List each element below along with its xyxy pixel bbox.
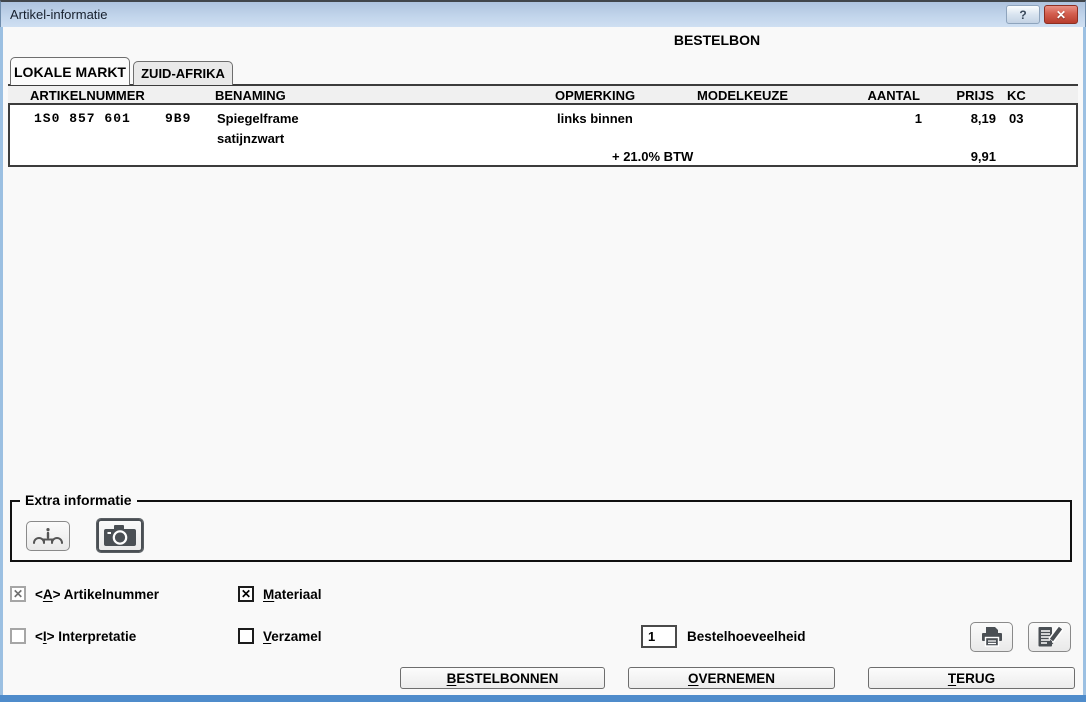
- checkbox-materiaal-box[interactable]: ✕: [238, 586, 254, 602]
- checkbox-artikelnummer-label: <A> Artikelnummer: [35, 587, 159, 602]
- col-modelkeuze: MODELKEUZE: [697, 88, 788, 103]
- dialog-content: BESTELBON LOKALE MARKT ZUID-AFRIKA ARTIK…: [0, 27, 1086, 702]
- cell-benaming-line2: satijnzwart: [217, 131, 284, 146]
- checkbox-interpretatie-label: <I> Interpretatie: [35, 629, 136, 644]
- vehicle-info-button[interactable]: [26, 521, 70, 551]
- bestelhoeveelheid-input[interactable]: [641, 625, 677, 648]
- table-header: ARTIKELNUMMER BENAMING OPMERKING MODELKE…: [8, 84, 1078, 105]
- edit-notes-icon: [1037, 626, 1063, 648]
- cell-aantal: 1: [830, 111, 922, 126]
- checkbox-artikelnummer-box[interactable]: ✕: [10, 586, 26, 602]
- extra-informatie-group: Extra informatie: [10, 500, 1072, 562]
- bestelbonnen-label: BESTELBONNEN: [447, 671, 559, 686]
- table-body: 1S0 857 601 9B9 Spiegelframe satijnzwart…: [8, 105, 1078, 167]
- print-button[interactable]: [970, 622, 1013, 652]
- extra-informatie-legend: Extra informatie: [20, 492, 137, 508]
- close-icon: ✕: [1056, 8, 1066, 22]
- overnemen-label: OVERNEMEN: [688, 671, 775, 686]
- checkbox-verzamel[interactable]: Verzamel: [238, 628, 322, 644]
- cell-benaming-line1: Spiegelframe: [217, 111, 299, 126]
- tab-lokale-markt[interactable]: LOKALE MARKT: [10, 57, 130, 85]
- col-aantal: AANTAL: [828, 88, 920, 103]
- col-benaming: BENAMING: [215, 88, 286, 103]
- tab-zuid-afrika[interactable]: ZUID-AFRIKA: [133, 61, 233, 85]
- titlebar[interactable]: Artikel-informatie ? ✕: [0, 0, 1086, 27]
- btw-value: 9,91: [942, 149, 996, 164]
- cell-opmerking: links binnen: [557, 111, 633, 126]
- window-title: Artikel-informatie: [10, 7, 108, 22]
- checkbox-verzamel-box[interactable]: [238, 628, 254, 644]
- btw-label: + 21.0% BTW: [612, 149, 693, 164]
- printer-icon: [980, 626, 1004, 648]
- checkbox-interpretatie[interactable]: <I> Interpretatie: [10, 628, 136, 644]
- bestelhoeveelheid-label: Bestelhoeveelheid: [687, 629, 806, 644]
- cell-kc: 03: [1009, 111, 1023, 126]
- vehicle-info-icon: [32, 526, 64, 546]
- camera-button[interactable]: [96, 518, 144, 553]
- help-icon: ?: [1019, 8, 1026, 22]
- col-artikelnummer: ARTIKELNUMMER: [30, 88, 145, 103]
- camera-icon: [103, 524, 137, 548]
- edit-notes-button[interactable]: [1028, 622, 1071, 652]
- terug-button[interactable]: TERUG: [868, 667, 1075, 689]
- help-button[interactable]: ?: [1006, 5, 1040, 24]
- checkbox-artikelnummer[interactable]: ✕ <A> Artikelnummer: [10, 586, 159, 602]
- titlebar-buttons: ? ✕: [1006, 5, 1078, 24]
- col-opmerking: OPMERKING: [555, 88, 635, 103]
- col-kc: KC: [1007, 88, 1026, 103]
- cell-artikelnummer: 1S0 857 601: [34, 111, 131, 126]
- artikel-informatie-window: Artikel-informatie ? ✕ BESTELBON LOKALE …: [0, 0, 1086, 702]
- checkbox-materiaal-label: Materiaal: [263, 587, 322, 602]
- cell-prijs: 8,19: [942, 111, 996, 126]
- terug-label: TERUG: [948, 671, 995, 686]
- col-prijs: PRIJS: [940, 88, 994, 103]
- bestelbonnen-button[interactable]: BESTELBONNEN: [400, 667, 605, 689]
- overnemen-button[interactable]: OVERNEMEN: [628, 667, 835, 689]
- close-button[interactable]: ✕: [1044, 5, 1078, 24]
- checkbox-verzamel-label: Verzamel: [263, 629, 322, 644]
- checkbox-materiaal[interactable]: ✕ Materiaal: [238, 586, 322, 602]
- page-title: BESTELBON: [350, 32, 1084, 48]
- cell-kleurcode: 9B9: [165, 111, 191, 126]
- checkbox-interpretatie-box[interactable]: [10, 628, 26, 644]
